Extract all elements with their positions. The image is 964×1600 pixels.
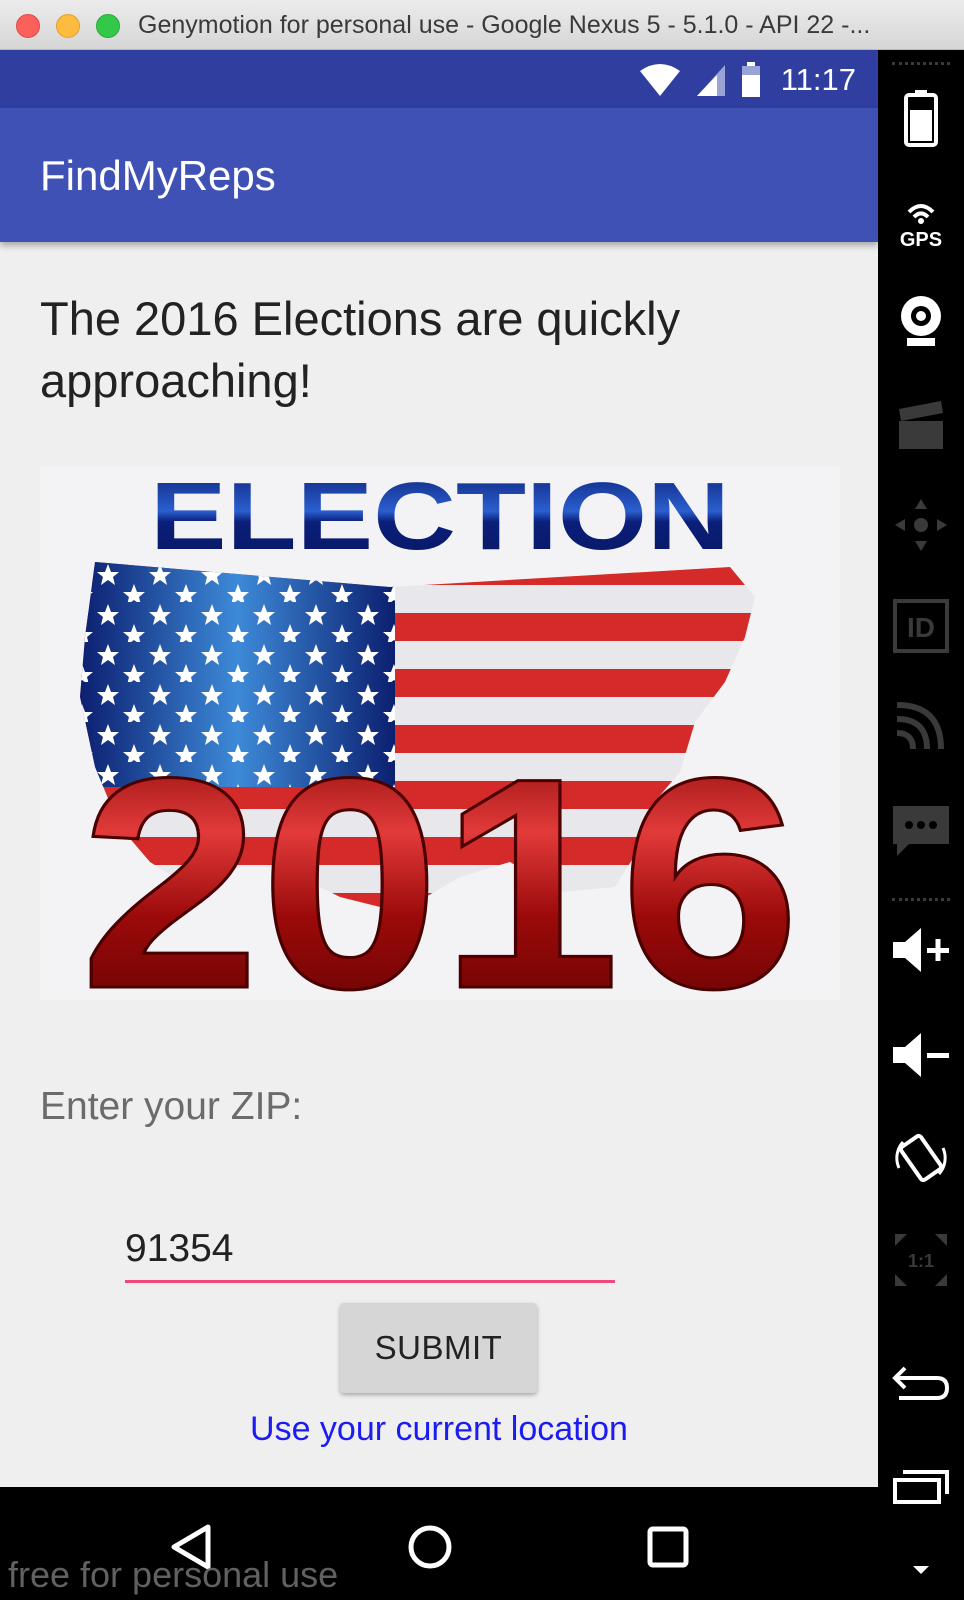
panel-divider bbox=[892, 62, 950, 69]
banner-election-text: ELECTION bbox=[150, 467, 730, 570]
zip-input[interactable] bbox=[125, 1218, 615, 1283]
banner-year-text: 2016 bbox=[80, 715, 800, 1000]
status-bar: 11:17 bbox=[0, 50, 878, 108]
gps-label: GPS bbox=[900, 229, 942, 250]
pixel-perfect-icon[interactable]: 1:1 bbox=[891, 1230, 951, 1290]
device-id-widget-icon[interactable]: ID bbox=[891, 595, 951, 655]
id-label: ID bbox=[907, 612, 935, 643]
maximize-window-button[interactable] bbox=[96, 14, 120, 38]
scroll-down-icon[interactable] bbox=[891, 1540, 951, 1600]
device-screen: 11:17 FindMyReps The 2016 Elections are … bbox=[0, 50, 878, 1600]
rotate-icon[interactable] bbox=[891, 1128, 951, 1188]
watermark-text: free for personal use bbox=[8, 1554, 339, 1595]
cell-signal-icon bbox=[696, 65, 725, 96]
gps-widget-icon[interactable]: GPS bbox=[891, 190, 951, 250]
intro-heading: The 2016 Elections are quickly approachi… bbox=[40, 292, 681, 407]
zip-label: Enter your ZIP: bbox=[40, 1085, 303, 1128]
window-title: Genymotion for personal use - Google Nex… bbox=[138, 11, 871, 39]
recent-apps-key-icon[interactable] bbox=[891, 1450, 951, 1510]
status-time: 11:17 bbox=[780, 62, 856, 97]
panel-divider bbox=[892, 898, 950, 905]
use-current-location-link[interactable]: Use your current location bbox=[0, 1410, 878, 1449]
recents-icon[interactable] bbox=[628, 1507, 708, 1587]
window-title-bar: Genymotion for personal use - Google Nex… bbox=[0, 0, 964, 50]
volume-up-icon[interactable] bbox=[891, 920, 951, 980]
navigation-bar: free for personal use bbox=[0, 1487, 878, 1600]
app-title: FindMyReps bbox=[40, 152, 276, 199]
app-bar: FindMyReps bbox=[0, 108, 878, 242]
volume-down-icon[interactable] bbox=[891, 1025, 951, 1085]
battery-icon bbox=[741, 62, 760, 97]
election-banner-image: ELECTION 2016 bbox=[40, 467, 840, 1000]
webcam-widget-icon[interactable] bbox=[891, 290, 951, 350]
minimize-window-button[interactable] bbox=[56, 14, 80, 38]
ratio-label: 1:1 bbox=[908, 1251, 934, 1271]
battery-widget-icon[interactable] bbox=[891, 88, 951, 148]
home-icon[interactable] bbox=[390, 1507, 470, 1587]
cast-widget-icon[interactable] bbox=[891, 695, 951, 755]
close-window-button[interactable] bbox=[16, 14, 40, 38]
sms-widget-icon[interactable] bbox=[891, 800, 951, 860]
wifi-icon bbox=[639, 64, 680, 96]
screencast-widget-icon[interactable] bbox=[891, 395, 951, 455]
genymotion-side-panel: GPS ID 1:1 bbox=[878, 50, 964, 1600]
dpad-widget-icon[interactable] bbox=[891, 495, 951, 555]
back-key-icon[interactable] bbox=[891, 1350, 951, 1410]
submit-button[interactable]: SUBMIT bbox=[340, 1303, 537, 1393]
